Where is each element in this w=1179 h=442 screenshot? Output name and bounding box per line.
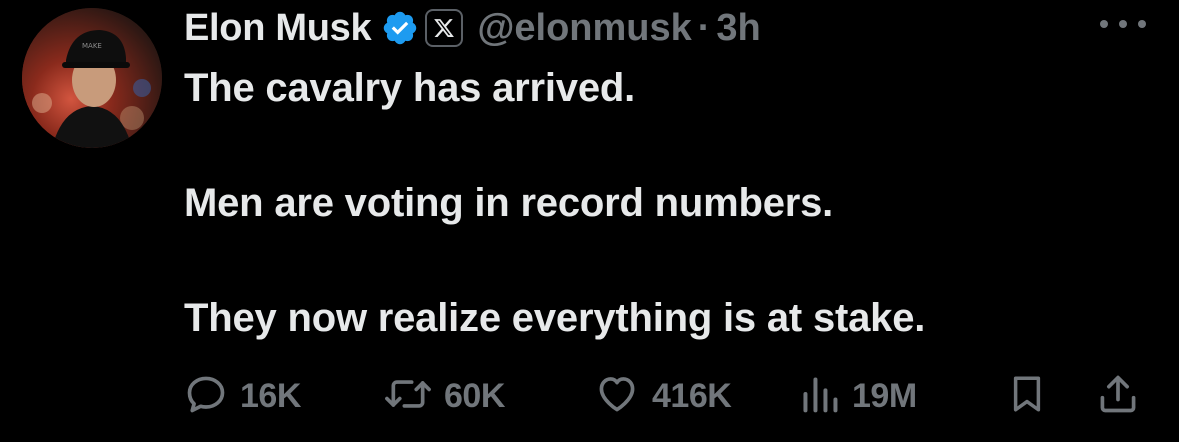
more-options-icon[interactable] (1100, 12, 1146, 36)
timestamp[interactable]: 3h (716, 7, 760, 50)
retweet-icon (384, 372, 432, 421)
x-logo-icon[interactable] (425, 9, 464, 47)
tweet-text-line: Men are voting in record numbers. (184, 181, 834, 225)
svg-text:MAKE: MAKE (82, 42, 102, 50)
author-name[interactable]: Elon Musk (184, 7, 372, 50)
reply-icon (184, 372, 228, 421)
like-button[interactable]: 416K (594, 368, 732, 424)
avatar[interactable]: MAKE (22, 8, 162, 148)
like-count: 416K (652, 376, 732, 415)
author-handle[interactable]: @elonmusk (477, 7, 691, 50)
avatar-image: MAKE (22, 8, 162, 148)
separator-dot: · (697, 6, 711, 49)
heart-icon (594, 372, 640, 421)
tweet-header: Elon Musk @elonmusk · 3h (184, 4, 761, 52)
share-button[interactable] (1096, 368, 1140, 424)
tweet-text-line: The cavalry has arrived. (184, 66, 636, 110)
reply-count: 16K (240, 376, 301, 415)
action-bar: 16K 60K 416K 19M (184, 368, 1144, 424)
tweet[interactable]: MAKE Elon Musk @elonmusk · 3h The cavalr… (0, 0, 1179, 442)
views-button[interactable]: 19M (800, 368, 917, 424)
reply-button[interactable]: 16K (184, 368, 301, 424)
views-icon (800, 372, 840, 421)
share-icon (1096, 372, 1140, 421)
tweet-text-line: They now realize everything is at stake. (184, 296, 926, 340)
retweet-button[interactable]: 60K (384, 368, 505, 424)
verified-badge-icon[interactable] (381, 9, 419, 47)
retweet-count: 60K (444, 376, 505, 415)
bookmark-icon (1006, 372, 1048, 421)
views-count: 19M (852, 376, 917, 415)
bookmark-button[interactable] (1006, 368, 1048, 424)
